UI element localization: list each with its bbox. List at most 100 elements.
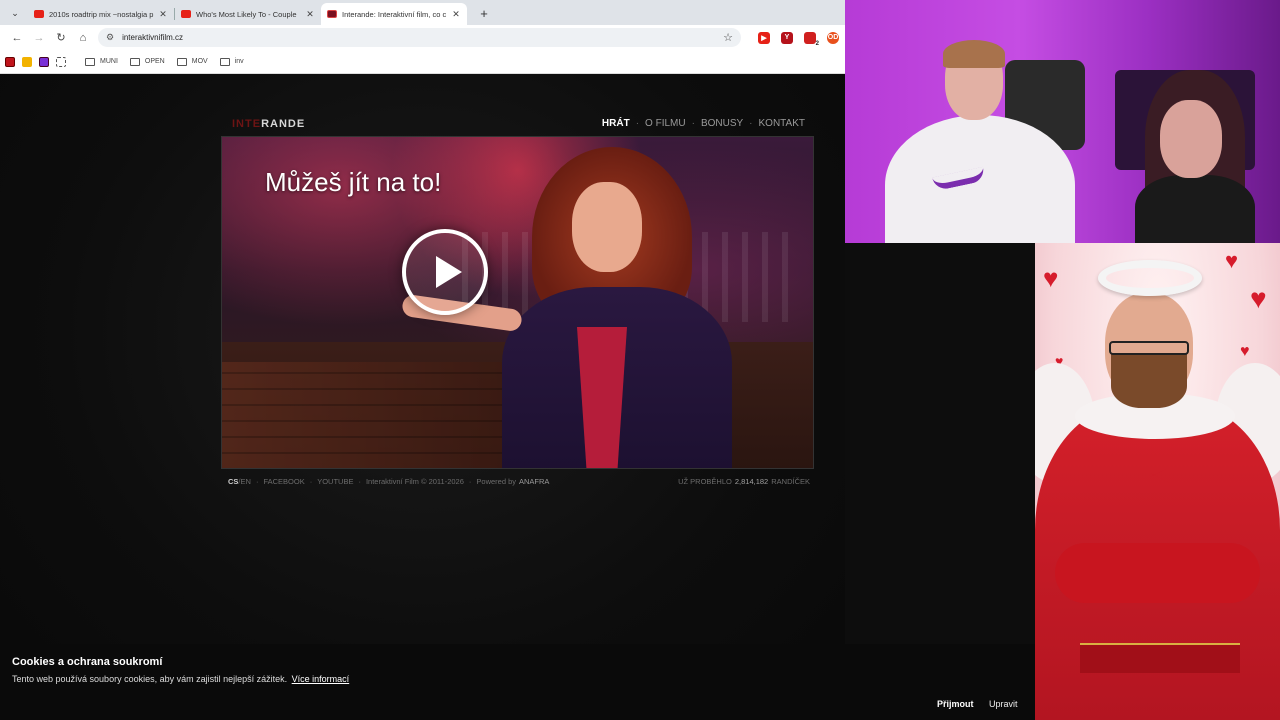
new-tab-plus-icon[interactable]: + (475, 4, 493, 22)
address-bar[interactable]: ⚙ interaktivnifilm.cz ☆ (98, 28, 741, 47)
beard (1111, 353, 1187, 408)
apps-grid-icon[interactable] (56, 56, 66, 67)
y-extension-icon[interactable]: Y (781, 31, 793, 44)
nav-o-filmu[interactable]: O FILMU (645, 118, 686, 129)
forward-arrow-icon[interactable]: → (28, 28, 50, 48)
tab-bar: ⌄ 2010s roadtrip mix ~nostalgia p ✕ Who'… (0, 0, 845, 25)
heart-icon: ♥ (1240, 343, 1250, 360)
youtube-extension-icon[interactable]: ▶ (758, 31, 770, 44)
counter-suffix: RANDÍČEK (771, 477, 810, 486)
bookmark-label: inv (234, 58, 244, 65)
bookmark-star-icon[interactable]: ☆ (723, 31, 733, 44)
actress-face (572, 182, 642, 272)
bookmark-label: MOV (191, 58, 208, 65)
play-icon (436, 256, 462, 288)
halo (1098, 260, 1202, 296)
tab-title: 2010s roadtrip mix ~nostalgia p (49, 9, 154, 19)
site-footer: CS/EN · FACEBOOK · YOUTUBE · Interaktivn… (228, 477, 810, 486)
nav-separator: · (635, 118, 640, 129)
glasses (1109, 341, 1189, 355)
close-icon[interactable]: ✕ (158, 9, 168, 20)
footer-separator: · (358, 477, 361, 486)
home-icon[interactable]: ⌂ (72, 28, 94, 48)
man-hair (943, 40, 1005, 68)
bookmark-yellow-icon[interactable] (22, 56, 32, 67)
footer-separator: · (309, 477, 313, 486)
cookie-text: Tento web používá soubory cookies, aby v… (12, 674, 288, 684)
bookmark-red-icon[interactable] (5, 56, 15, 67)
nav-hrat[interactable]: HRÁT (602, 118, 630, 129)
site-logo[interactable]: INTERANDE (232, 118, 305, 130)
folder-icon (176, 57, 187, 66)
nav-kontakt[interactable]: KONTAKT (759, 118, 805, 129)
url-text[interactable]: interaktivnifilm.cz (122, 33, 723, 42)
cookie-title: Cookies a ochrana soukromí (12, 656, 163, 668)
webcam-couple (845, 0, 1280, 243)
site-settings-icon[interactable]: ⚙ (106, 32, 114, 43)
heart-icon: ♥ (1043, 263, 1059, 293)
logo-part-inte: INTE (232, 118, 262, 130)
heart-icon: ♥ (1225, 248, 1239, 273)
bookmark-folder-mov[interactable]: MOV (176, 57, 208, 66)
cookie-text-row: Tento web používá soubory cookies, aby v… (12, 674, 349, 684)
heart-icon: ♥ (1250, 283, 1267, 314)
browser-toolbar: ← → ↻ ⌂ ⚙ interaktivnifilm.cz ☆ ▶ Y 2 OD (0, 25, 845, 50)
folder-icon (85, 57, 95, 66)
anafra-link[interactable]: ANAFRA (519, 477, 549, 486)
more-info-link[interactable]: Více informací (292, 674, 350, 684)
nav-bonusy[interactable]: BONUSY (701, 118, 743, 129)
reload-icon[interactable]: ↻ (50, 28, 72, 48)
close-icon[interactable]: ✕ (451, 9, 461, 20)
nav-separator: · (749, 118, 753, 129)
lang-cs-link[interactable]: CS (228, 477, 238, 486)
screen: ⌄ 2010s roadtrip mix ~nostalgia p ✕ Who'… (0, 0, 1280, 720)
folder-icon (129, 57, 140, 66)
nav-separator: · (691, 118, 695, 129)
copyright-text: Interaktivní Film © 2011-2026 (365, 477, 464, 486)
bookmarks-bar: MUNI OPEN MOV inv (0, 50, 845, 74)
youtube-icon (181, 10, 191, 18)
back-arrow-icon[interactable]: ← (6, 28, 28, 48)
logo-part-rande: RANDE (261, 118, 306, 130)
footer-separator: · (468, 477, 472, 486)
play-button[interactable] (402, 229, 488, 315)
folder-icon (219, 57, 230, 66)
bookmark-folder-open[interactable]: OPEN (129, 57, 165, 66)
site-nav: HRÁT · O FILMU · BONUSY · KONTAKT (602, 118, 805, 129)
woman-head (1160, 100, 1222, 178)
facebook-link[interactable]: FACEBOOK (263, 477, 304, 486)
video-player[interactable]: Můžeš jít na to! (221, 136, 814, 469)
close-icon[interactable]: ✕ (305, 9, 315, 20)
bookmark-label: MUNI (100, 58, 118, 65)
brick-wall (222, 362, 522, 468)
powered-by-text: Powered by (476, 477, 517, 486)
woman-black-top (1135, 175, 1255, 243)
footer-separator: · (255, 477, 259, 486)
cookie-banner: Cookies a ochrana soukromí Tento web pou… (0, 644, 1035, 720)
od-extension-icon[interactable]: OD (827, 31, 839, 44)
tab-interande[interactable]: Interande: Interaktivní film, co c ✕ (321, 3, 467, 25)
browser-window: ⌄ 2010s roadtrip mix ~nostalgia p ✕ Who'… (0, 0, 845, 720)
shield-extension-icon[interactable]: 2 (804, 31, 819, 47)
bookmark-label: OPEN (144, 58, 165, 65)
bookmark-purple-icon[interactable] (39, 56, 49, 67)
accept-cookies-button[interactable]: Přijmout (937, 699, 974, 709)
counter-prefix: UŽ PROBĚHLO (678, 477, 732, 486)
bookmark-folder-muni[interactable]: MUNI (85, 57, 118, 66)
video-headline: Můžeš jít na to! (265, 167, 442, 197)
interande-icon (327, 10, 337, 18)
tab-roadtrip[interactable]: 2010s roadtrip mix ~nostalgia p ✕ (28, 3, 174, 25)
crossed-arms (1055, 543, 1260, 603)
tab-title: Who's Most Likely To - Couple (196, 9, 297, 19)
youtube-link[interactable]: YOUTUBE (317, 477, 353, 486)
tab-most-likely[interactable]: Who's Most Likely To - Couple ✕ (175, 3, 321, 25)
youtube-icon (34, 10, 44, 18)
belt (1080, 643, 1240, 673)
web-page: INTERANDE HRÁT · O FILMU · BONUSY · KONT… (0, 74, 845, 720)
webcam-cupid-image: ♥ ♥ ♥ ♥ ♥ ♥ ♥ (1035, 243, 1280, 720)
lang-en-link[interactable]: /EN (238, 477, 251, 486)
bookmark-folder-inv[interactable]: inv (219, 57, 244, 66)
edit-cookies-button[interactable]: Upravit (989, 699, 1018, 709)
tab-title: Interande: Interaktivní film, co c (342, 9, 447, 19)
tab-search-chevron-icon[interactable]: ⌄ (6, 4, 24, 22)
